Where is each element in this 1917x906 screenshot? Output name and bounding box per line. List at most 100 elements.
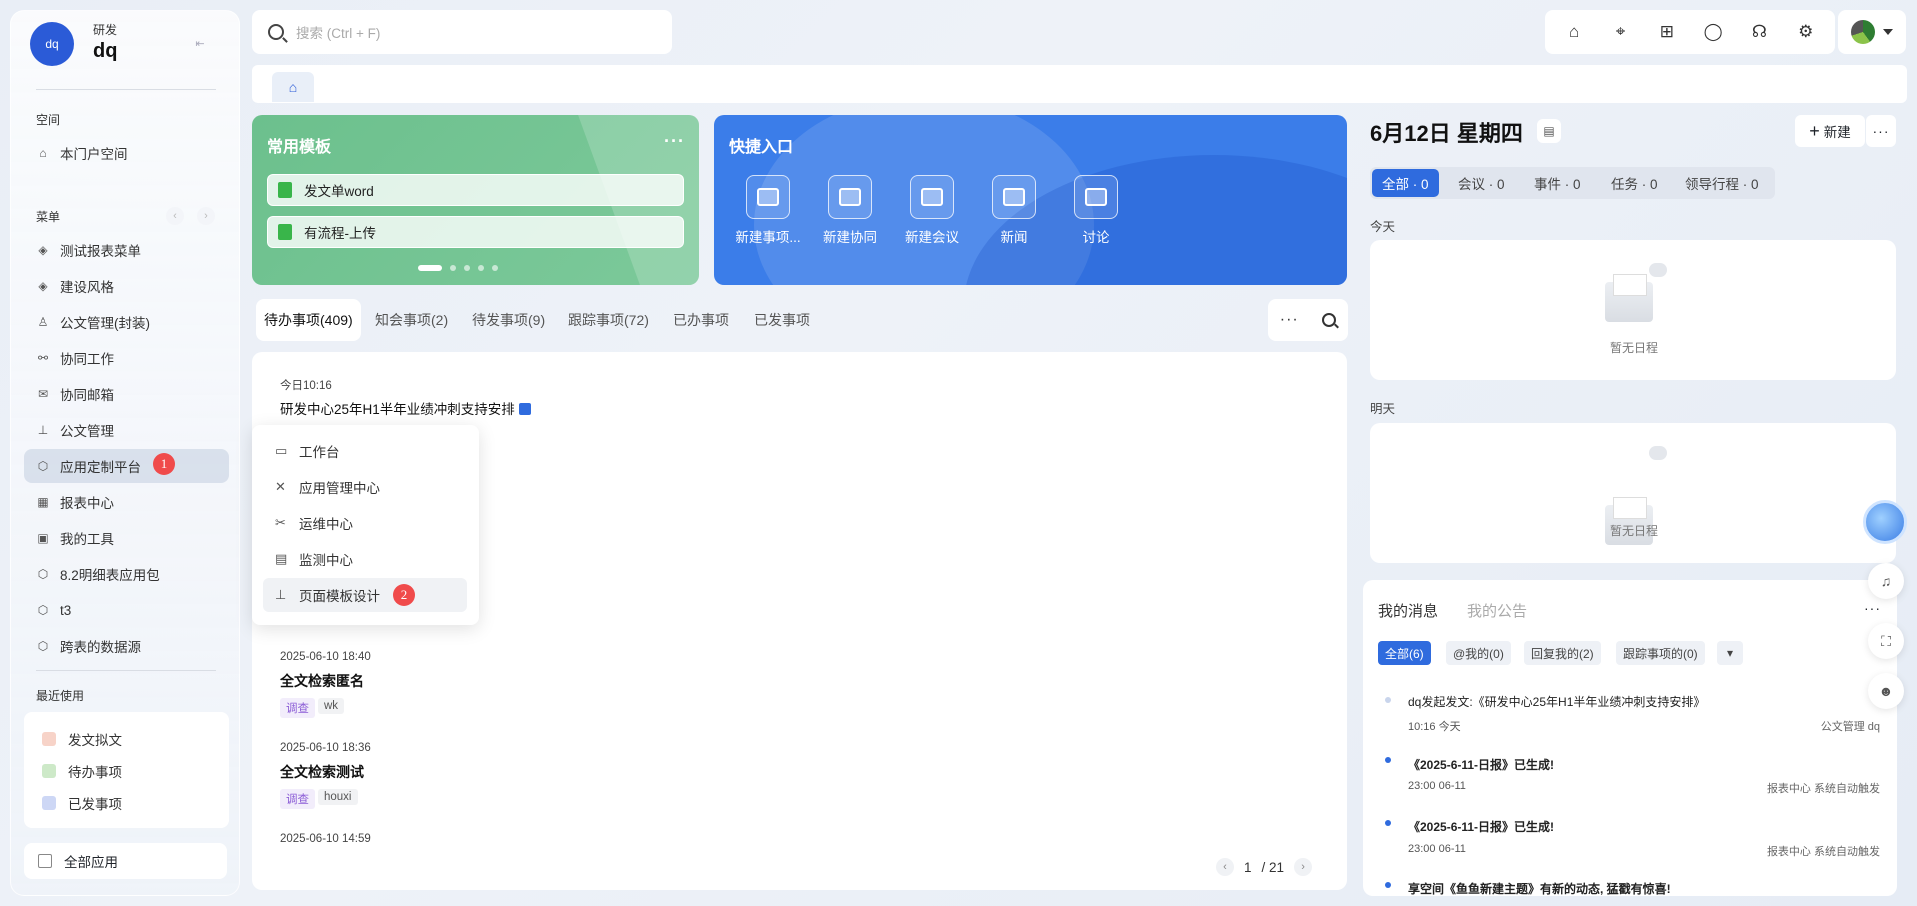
more-icon[interactable]: ··· <box>1280 311 1299 329</box>
new-item-button[interactable] <box>746 175 790 219</box>
sidebar-item-report-center[interactable]: ▦ 报表中心 <box>24 485 229 519</box>
more-icon[interactable]: ··· <box>664 131 685 152</box>
all-apps-button[interactable]: 全部应用 <box>24 843 227 879</box>
message-title[interactable]: 享空间《鱼鱼新建主题》有新的动态, 猛戳有惊喜! <box>1408 880 1671 897</box>
gear-icon[interactable]: ⚙ <box>1795 21 1817 43</box>
list-item-date: 2025-06-10 18:36 <box>280 742 371 754</box>
bell-icon[interactable]: ♫ <box>1868 563 1904 599</box>
submenu-label: 页面模板设计 <box>299 589 380 604</box>
tab-my-notices[interactable]: 我的公告 <box>1467 600 1527 621</box>
sidebar-item-report-menu[interactable]: ◈ 测试报表菜单 <box>24 233 229 267</box>
sidebar-item-mail[interactable]: ✉ 协同邮箱 <box>24 377 229 411</box>
filter-all[interactable]: 全部 · 0 <box>1372 169 1439 197</box>
wrench-icon: ✂ <box>275 515 286 530</box>
msg-filter-tracking[interactable]: 跟踪事项的(0) <box>1616 641 1705 665</box>
chevron-down-icon <box>1883 29 1893 35</box>
tab-notify[interactable]: 知会事项(2) <box>367 299 456 341</box>
sidebar-item-datasource[interactable]: ⬡ 跨表的数据源 <box>24 629 229 663</box>
new-collab-button[interactable] <box>828 175 872 219</box>
msg-filter-all[interactable]: 全部(6) <box>1378 641 1431 665</box>
prev-page-icon[interactable]: ‹ <box>1216 858 1234 876</box>
more-icon[interactable]: ··· <box>1866 115 1896 147</box>
quick-label: 新建会议 <box>905 230 959 245</box>
carousel-dots[interactable] <box>418 265 498 271</box>
timeline-dot <box>1385 882 1391 888</box>
chat-icon[interactable]: ◯ <box>1702 21 1724 43</box>
sidebar-item-collab[interactable]: ⚯ 协同工作 <box>24 341 229 375</box>
template-item[interactable]: 有流程-上传 <box>267 216 684 248</box>
list-item-title[interactable]: 全文检索匿名 <box>280 671 364 691</box>
recent-item-draft[interactable]: 发文拟文 <box>42 729 122 749</box>
recent-item-sent[interactable]: 已发事项 <box>42 793 122 813</box>
mail-icon: ✉ <box>37 387 49 401</box>
scan-icon[interactable]: ⛶ <box>1868 623 1904 659</box>
message-title[interactable]: 《2025-6-11-日报》已生成! <box>1408 756 1554 773</box>
submenu-item-page-template[interactable]: ⊥ 页面模板设计 <box>263 578 467 612</box>
tab-sent[interactable]: 已发事项 <box>746 299 818 341</box>
collapse-sidebar-icon[interactable]: ⇤ <box>190 34 210 54</box>
recent-item-todo[interactable]: 待办事项 <box>42 761 122 781</box>
sidebar-item-style[interactable]: ◈ 建设风格 <box>24 269 229 303</box>
submenu-item-workbench[interactable]: ▭ 工作台 <box>263 434 467 468</box>
message-title[interactable]: dq发起发文:《研发中心25年H1半年业绩冲刺支持安排》 <box>1408 693 1705 710</box>
list-item-title[interactable]: 研发中心25年H1半年业绩冲刺支持安排 <box>280 398 531 418</box>
sidebar-item-portal-space[interactable]: ⌂ 本门户空间 <box>24 136 229 170</box>
tab-done[interactable]: 已办事项 <box>665 299 737 341</box>
more-icon[interactable]: ··· <box>1864 600 1881 616</box>
sidebar-item-app-pack[interactable]: ⬡ 8.2明细表应用包 <box>24 557 229 591</box>
calendar-icon[interactable]: ▤ <box>1537 119 1561 143</box>
menu-prev-icon[interactable]: ‹ <box>166 207 184 225</box>
recent-item-label: 待办事项 <box>68 765 122 780</box>
sidebar-item-my-tools[interactable]: ▣ 我的工具 <box>24 521 229 555</box>
template-item[interactable]: 发文单word <box>267 174 684 206</box>
user-menu[interactable] <box>1838 10 1906 54</box>
sidebar-item-label: 我的工具 <box>60 532 114 547</box>
list-item-title[interactable]: 全文检索测试 <box>280 762 364 782</box>
timeline-dot <box>1385 697 1391 703</box>
submenu-item-app-mgmt[interactable]: ✕ 应用管理中心 <box>263 470 467 504</box>
submenu-label: 监测中心 <box>299 553 353 568</box>
filter-event[interactable]: 事件 · 0 <box>1524 169 1591 197</box>
search-input[interactable]: 搜索 (Ctrl + F) <box>252 10 672 54</box>
next-page-icon[interactable]: › <box>1294 858 1313 876</box>
tomorrow-label: 明天 <box>1370 402 1396 416</box>
monitor-icon: ▭ <box>275 443 288 458</box>
tab-my-messages[interactable]: 我的消息 <box>1378 600 1438 621</box>
msg-filter-at-me[interactable]: @我的(0) <box>1446 641 1511 665</box>
tab-todo[interactable]: 待办事项(409) <box>256 299 361 341</box>
news-button[interactable] <box>992 175 1036 219</box>
tab-pending-send[interactable]: 待发事项(9) <box>464 299 553 341</box>
new-meeting-button[interactable] <box>910 175 954 219</box>
menu-next-icon[interactable]: › <box>197 207 215 225</box>
tab-tracking[interactable]: 跟踪事项(72) <box>560 299 657 341</box>
search-icon[interactable] <box>1322 313 1337 327</box>
support-icon[interactable]: ☊ <box>1748 21 1770 43</box>
filter-meeting[interactable]: 会议 · 0 <box>1448 169 1515 197</box>
sidebar-item-label: 协同邮箱 <box>60 388 114 403</box>
sidebar-item-label: 公文管理 <box>60 424 114 439</box>
sidebar-item-doc-packaged[interactable]: ♙ 公文管理(封装) <box>24 305 229 339</box>
sidebar-item-doc-mgmt[interactable]: ⊥ 公文管理 <box>24 413 229 447</box>
submenu-item-ops[interactable]: ✂ 运维中心 <box>263 506 467 540</box>
filter-leader[interactable]: 领导行程 · 0 <box>1675 169 1769 197</box>
sidebar-item-t3[interactable]: ⬡ t3 <box>24 593 229 627</box>
ai-assistant-icon[interactable] <box>1863 500 1907 544</box>
message-source: 报表中心 系统自动触发 <box>1766 783 1880 795</box>
robot-icon[interactable]: ☻ <box>1868 673 1904 709</box>
list-item-date: 2025-06-10 14:59 <box>280 833 371 842</box>
apps-grid-icon[interactable]: ⊞ <box>1656 21 1678 43</box>
chevron-down-icon[interactable]: ▾ <box>1717 641 1743 665</box>
user-dept: 研发 <box>93 23 118 37</box>
message-source: 公文管理 dq <box>1820 721 1880 733</box>
sidebar-item-app-platform[interactable]: ⬡ 应用定制平台 <box>24 449 229 483</box>
tab-home[interactable]: ⌂ <box>272 72 314 102</box>
new-schedule-button[interactable]: + 新建 <box>1795 115 1865 147</box>
msg-filter-replies[interactable]: 回复我的(2) <box>1524 641 1601 665</box>
discussion-button[interactable] <box>1074 175 1118 219</box>
home-icon[interactable]: ⌂ <box>1563 21 1585 43</box>
avatar[interactable]: dq <box>30 22 74 66</box>
submenu-item-monitor[interactable]: ▤ 监测中心 <box>263 542 467 576</box>
message-title[interactable]: 《2025-6-11-日报》已生成! <box>1408 818 1554 835</box>
filter-task[interactable]: 任务 · 0 <box>1601 169 1668 197</box>
location-icon[interactable]: ⌖ <box>1609 21 1631 43</box>
